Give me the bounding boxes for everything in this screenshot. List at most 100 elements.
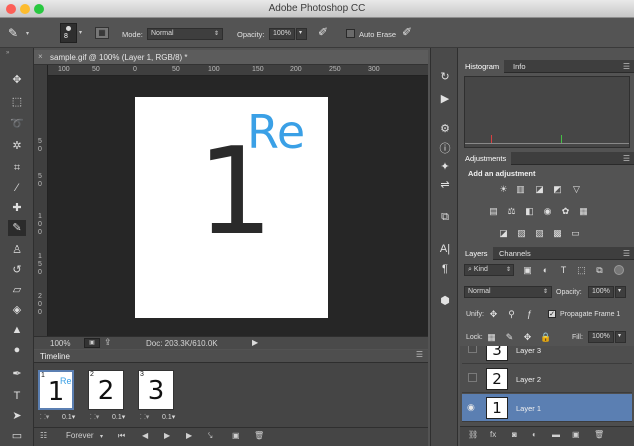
loop-dropdown-icon[interactable]: ▾: [100, 433, 103, 440]
move-tool-icon[interactable]: ✥: [8, 72, 26, 88]
hue-saturation-icon[interactable]: ▤: [488, 206, 499, 216]
opacity-dropdown-icon[interactable]: ▾: [296, 28, 307, 40]
delete-frame-icon[interactable]: 🗑: [254, 431, 264, 440]
layers-menu-icon[interactable]: ☰: [623, 249, 630, 258]
paragraph-panel-icon[interactable]: ¶: [437, 262, 453, 276]
brush-panel-icon[interactable]: ✦: [437, 160, 453, 174]
new-group-icon[interactable]: ▬: [552, 430, 560, 439]
adjustments-menu-icon[interactable]: ☰: [623, 154, 630, 163]
eyedropper-tool-icon[interactable]: ⁄: [8, 180, 26, 196]
clone-source-icon[interactable]: ⧉: [437, 210, 453, 224]
filter-adjustment-icon[interactable]: ◐: [540, 265, 551, 275]
selective-color-icon[interactable]: ▩: [552, 228, 563, 238]
brush-preset-picker[interactable]: 8: [60, 23, 77, 43]
tab-channels[interactable]: Channels: [494, 247, 536, 260]
status-preview-icon[interactable]: ▣: [84, 338, 100, 348]
convert-to-video-icon[interactable]: ☷: [40, 431, 47, 440]
pressure-opacity-icon[interactable]: ✐: [318, 25, 328, 39]
new-adjustment-layer-icon[interactable]: ◐: [532, 430, 537, 439]
tab-info[interactable]: Info: [508, 60, 531, 73]
close-document-icon[interactable]: ×: [38, 52, 43, 61]
layer-3-visibility-toggle[interactable]: [468, 346, 477, 353]
duplicate-frame-icon[interactable]: ▣: [232, 431, 240, 440]
brightness-contrast-icon[interactable]: ☀: [498, 184, 509, 194]
clone-stamp-tool-icon[interactable]: ♙: [8, 242, 26, 258]
lasso-tool-icon[interactable]: ➰: [8, 116, 26, 132]
layer-row-layer-3[interactable]: 3 Layer 3: [462, 346, 632, 364]
loop-select[interactable]: Forever: [66, 431, 94, 440]
filter-toggle-switch[interactable]: [614, 265, 624, 275]
layer-row-layer-1[interactable]: ◉ 1 Layer 1: [462, 394, 632, 422]
document-tab[interactable]: × sample.gif @ 100% (Layer 1, RGB/8) *: [34, 50, 428, 65]
character-panel-icon[interactable]: A|: [437, 242, 453, 256]
filter-pixel-icon[interactable]: ▣: [522, 265, 533, 275]
color-lookup-icon[interactable]: ▦: [578, 206, 589, 216]
pencil-tool-preset-icon[interactable]: ✎: [8, 26, 22, 40]
mode-select[interactable]: Normal ⇕: [147, 28, 223, 40]
magic-wand-tool-icon[interactable]: ✲: [8, 138, 26, 154]
propagate-frame-checkbox[interactable]: ✓: [548, 310, 556, 318]
marquee-tool-icon[interactable]: ⬚: [8, 94, 26, 110]
unify-visibility-icon[interactable]: ⚲: [506, 309, 517, 319]
layer-row-layer-2[interactable]: 2 Layer 2: [462, 365, 632, 393]
share-icon[interactable]: ⇪: [104, 337, 112, 348]
lock-all-icon[interactable]: 🔒: [540, 332, 551, 342]
link-layers-icon[interactable]: ⛓: [468, 430, 478, 439]
eraser-tool-icon[interactable]: ▱: [8, 282, 26, 298]
gradient-map-icon[interactable]: ▭: [570, 228, 581, 238]
frame-2-delay[interactable]: 0.1▾: [112, 413, 125, 421]
pen-tool-icon[interactable]: ✒: [8, 366, 26, 382]
new-layer-icon[interactable]: ▣: [572, 430, 580, 439]
brush-panel-toggle-icon[interactable]: ▦: [95, 27, 109, 39]
path-selection-tool-icon[interactable]: ➤: [8, 408, 26, 424]
3d-panel-icon[interactable]: ⬢: [437, 294, 453, 308]
timeline-frame-2[interactable]: 2 2: [88, 370, 124, 410]
crop-tool-icon[interactable]: ⌗: [8, 160, 26, 176]
channel-mixer-icon[interactable]: ✿: [560, 206, 571, 216]
blur-tool-icon[interactable]: ▲: [8, 322, 26, 338]
timeline-title[interactable]: Timeline: [40, 352, 70, 361]
timeline-frame-1[interactable]: 1 1 Re: [38, 370, 74, 410]
filter-type-icon[interactable]: T: [558, 265, 569, 275]
lock-transparent-icon[interactable]: ▦: [486, 332, 497, 342]
posterize-icon[interactable]: ▨: [516, 228, 527, 238]
black-white-icon[interactable]: ◧: [524, 206, 535, 216]
zoom-level[interactable]: 100%: [50, 339, 70, 348]
layer-filter-kind-select[interactable]: ⌕ Kind ⇕: [464, 264, 514, 276]
play-icon[interactable]: ▶: [164, 431, 170, 440]
tween-icon[interactable]: ⤥: [208, 431, 213, 441]
info-panel-icon[interactable]: ⓘ: [437, 142, 453, 156]
tab-adjustments[interactable]: Adjustments: [460, 152, 512, 165]
layer-opacity-input[interactable]: 100%: [588, 286, 614, 298]
brush-presets-icon[interactable]: ⇌: [437, 178, 453, 192]
document-canvas[interactable]: 1 Re: [135, 97, 328, 318]
fill-dropdown-icon[interactable]: ▾: [615, 331, 626, 343]
filter-smart-object-icon[interactable]: ⧉: [594, 265, 605, 275]
filter-shape-icon[interactable]: ⬚: [576, 265, 587, 275]
properties-panel-icon[interactable]: ⚙: [437, 122, 453, 136]
color-balance-icon[interactable]: ⚖: [506, 206, 517, 216]
layer-mask-icon[interactable]: ◙: [512, 430, 517, 439]
exposure-icon[interactable]: ◩: [552, 184, 563, 194]
next-frame-icon[interactable]: ▶︎: [186, 431, 192, 440]
layer-opacity-dropdown-icon[interactable]: ▾: [615, 286, 626, 298]
type-tool-icon[interactable]: T: [8, 388, 26, 404]
previous-frame-icon[interactable]: ◀︎: [142, 431, 148, 440]
collapse-tools-icon[interactable]: »: [6, 50, 9, 56]
history-brush-tool-icon[interactable]: ↺: [8, 262, 26, 278]
unify-style-icon[interactable]: ƒ: [524, 309, 535, 319]
unify-position-icon[interactable]: ✥: [488, 309, 499, 319]
threshold-icon[interactable]: ▧: [534, 228, 545, 238]
tab-layers[interactable]: Layers: [460, 247, 493, 260]
fill-input[interactable]: 100%: [588, 331, 614, 343]
shape-tool-icon[interactable]: ▭: [8, 428, 26, 444]
invert-icon[interactable]: ◪: [498, 228, 509, 238]
frame-3-delay[interactable]: 0.1▾: [162, 413, 175, 421]
pencil-tool-icon[interactable]: ✎: [8, 220, 26, 236]
frame-2-disposal-icon[interactable]: ⸬▾: [90, 413, 99, 422]
frame-1-disposal-icon[interactable]: ⸬▾: [40, 413, 49, 422]
blend-mode-select[interactable]: Normal ⇕: [464, 286, 552, 298]
dodge-tool-icon[interactable]: ●: [8, 342, 26, 358]
photo-filter-icon[interactable]: ◉: [542, 206, 553, 216]
vibrance-icon[interactable]: ▽: [571, 184, 582, 194]
